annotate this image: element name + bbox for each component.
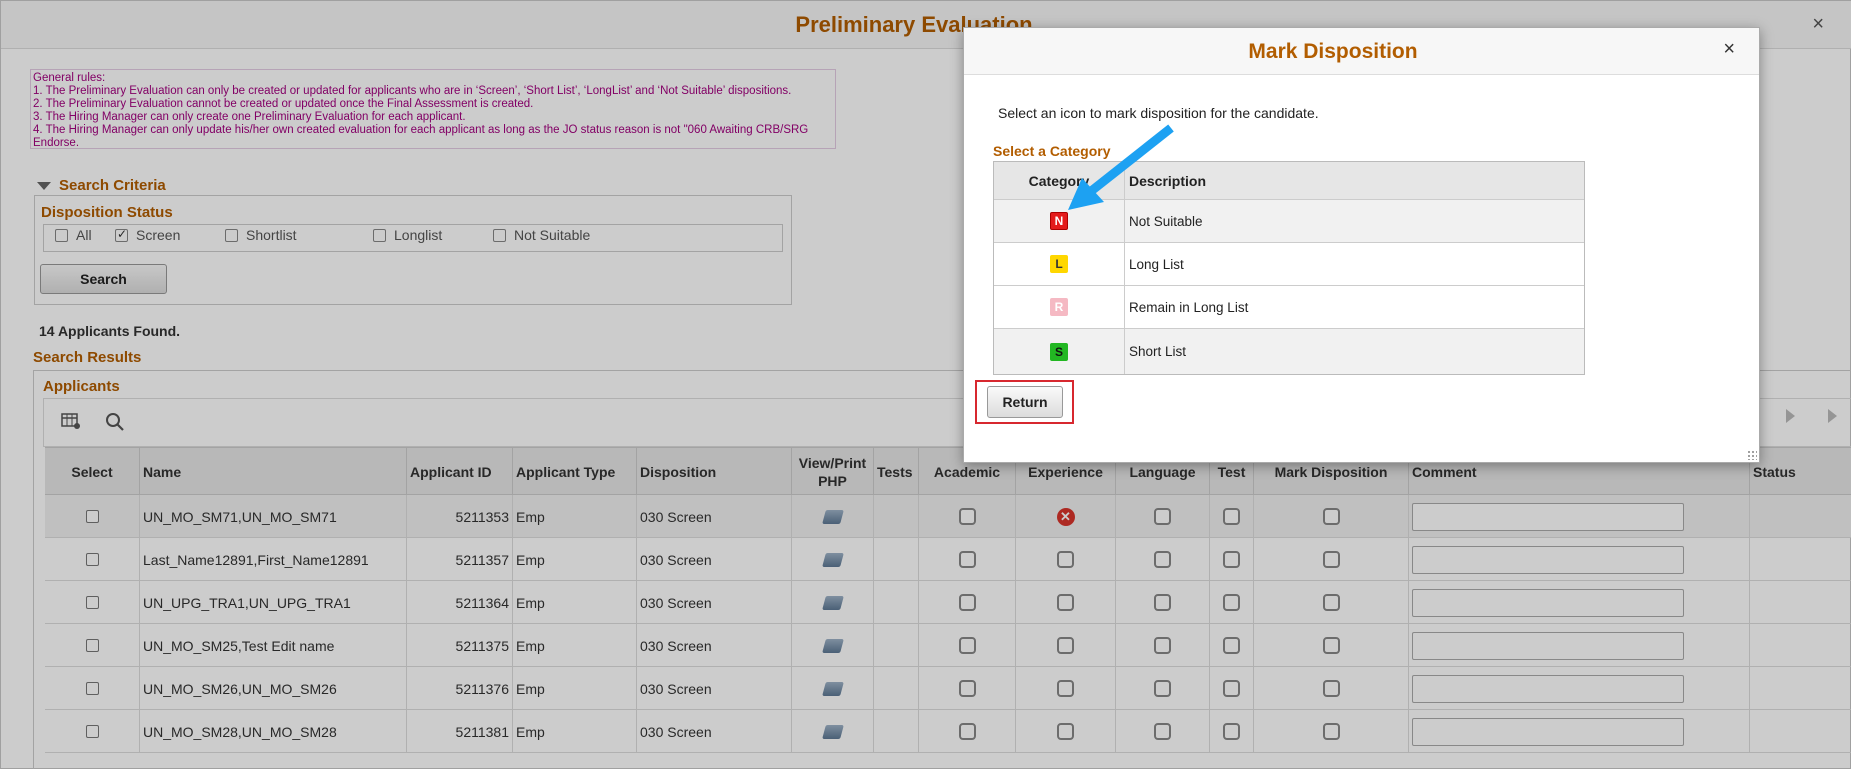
category-cell: S <box>994 329 1125 374</box>
category-cell: R <box>994 286 1125 328</box>
remain-long-list-icon[interactable]: R <box>1050 298 1068 316</box>
category-row-remain-long-list: R Remain in Long List <box>994 286 1584 329</box>
category-cell: L <box>994 243 1125 285</box>
long-list-icon[interactable]: L <box>1050 255 1068 273</box>
return-button[interactable]: Return <box>987 386 1063 418</box>
modal-title: Mark Disposition <box>1248 40 1418 63</box>
modal-instruction: Select an icon to mark disposition for t… <box>998 105 1319 121</box>
category-row-long-list: L Long List <box>994 243 1584 286</box>
description-cell: Short List <box>1129 344 1187 359</box>
annotation-arrow-icon <box>1068 124 1174 210</box>
modal-header: Mark Disposition × <box>964 28 1759 75</box>
mark-disposition-modal: Mark Disposition × Select an icon to mar… <box>963 27 1760 463</box>
description-cell: Long List <box>1129 256 1184 272</box>
resize-grip-icon[interactable] <box>1747 450 1757 460</box>
description-cell: Remain in Long List <box>1129 299 1249 315</box>
modal-close-icon[interactable]: × <box>1723 38 1735 61</box>
category-row-short-list: S Short List <box>994 329 1584 374</box>
short-list-icon[interactable]: S <box>1050 342 1068 361</box>
